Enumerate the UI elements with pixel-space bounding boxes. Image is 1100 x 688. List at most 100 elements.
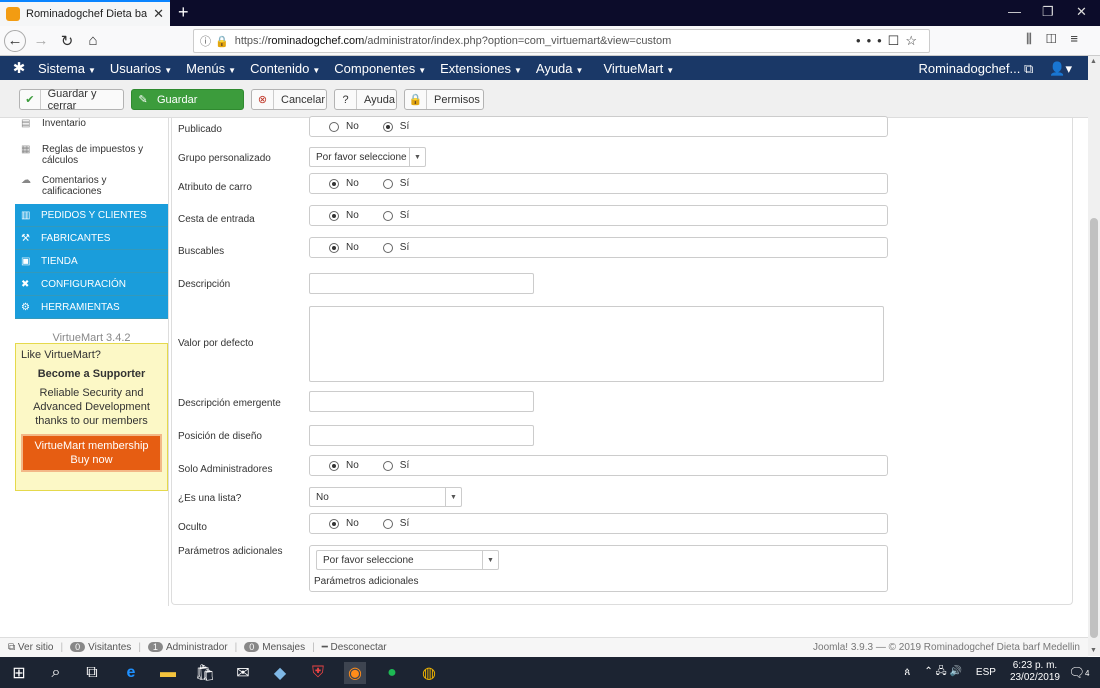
radio-cesta: No Sí	[309, 205, 888, 226]
menu-ayuda[interactable]: Ayuda ▼	[536, 61, 584, 76]
save-close-button[interactable]: ✔ Guardar y cerrar	[19, 88, 124, 112]
label-buscables: Buscables	[178, 246, 225, 257]
save-button[interactable]: ✎ Guardar	[131, 89, 244, 110]
people-icon[interactable]: ጰ	[904, 667, 910, 678]
tray-icons[interactable]: ⌃ 🖧 🔊	[924, 664, 962, 681]
footer-text: Joomla! 3.9.3 — © 2019 Rominadogchef Die…	[813, 642, 1080, 653]
sidebar-cat-fabricantes[interactable]: ⚒ FABRICANTES	[15, 227, 168, 250]
sidebar-cat-tienda[interactable]: ▣ TIENDA	[15, 250, 168, 273]
radio-publicado-no[interactable]: No	[329, 121, 359, 132]
menu-contenido[interactable]: Contenido ▼	[250, 61, 320, 76]
radio-on-icon	[329, 242, 339, 253]
radio-cesta-si[interactable]: Sí	[382, 210, 409, 221]
browser-tab[interactable]: Rominadogchef Dieta barf Med ✕	[0, 0, 170, 26]
desconectar-link[interactable]: ━ Desconectar	[322, 642, 387, 653]
membership-button[interactable]: VirtueMart membership Buy now	[21, 434, 162, 472]
radio-atributo-no[interactable]: No	[329, 178, 359, 189]
cancel-button[interactable]: ⊗ Cancelar	[251, 89, 327, 110]
radio-off-icon	[382, 242, 393, 253]
spotify-icon[interactable]: ●	[381, 662, 403, 684]
chrome-icon[interactable]: ◍	[418, 662, 440, 684]
help-button[interactable]: ? Ayuda	[334, 89, 397, 110]
menu-sistema[interactable]: Sistema ▼	[38, 61, 96, 76]
sidebar-cat-herramientas[interactable]: ⚙ HERRAMIENTAS	[15, 296, 168, 319]
menu-virtuemart[interactable]: VirtueMart ▼	[603, 61, 674, 76]
new-tab-icon[interactable]: +	[178, 2, 189, 23]
sidebar-item-reglas[interactable]: ▦ Reglas de impuestos y cálculos	[15, 138, 168, 169]
menu-usuarios[interactable]: Usuarios ▼	[110, 61, 172, 76]
store-icon[interactable]: 🛍	[194, 662, 216, 684]
app-icon[interactable]: ◆	[269, 662, 291, 684]
label-publicado: Publicado	[178, 124, 222, 135]
scroll-up-icon[interactable]: ▲	[1090, 58, 1097, 65]
emergente-input[interactable]	[309, 391, 534, 412]
forward-icon[interactable]: →	[30, 30, 52, 52]
menu-extensiones[interactable]: Extensiones ▼	[440, 61, 522, 76]
language-indicator[interactable]: ESP	[976, 667, 996, 678]
menu-componentes[interactable]: Componentes ▼	[334, 61, 426, 76]
parametros-select[interactable]: Por favor seleccione ▼	[316, 550, 499, 570]
posicion-input[interactable]	[309, 425, 534, 446]
notifications-icon[interactable]: 🗨 4	[1068, 662, 1090, 684]
user-menu-icon[interactable]: 👤▾	[1049, 61, 1072, 77]
restore-icon[interactable]: ❐	[1042, 4, 1054, 20]
sidebar: ▤ Inventario ▦ Reglas de impuestos y cál…	[15, 118, 168, 491]
home-icon[interactable]: ⌂	[82, 30, 104, 52]
permissions-button[interactable]: 🔒 Permisos	[404, 89, 484, 110]
task-view-icon[interactable]: ⧉	[81, 662, 103, 684]
radio-oculto-no[interactable]: No	[329, 518, 359, 529]
sidebar-cat-pedidos[interactable]: ▥ PEDIDOS Y CLIENTES	[15, 204, 168, 227]
windows-start-icon[interactable]: ⊞	[8, 662, 30, 684]
page-actions-icon[interactable]: •••☐☆	[856, 33, 923, 49]
library-icon[interactable]: ⫼◫≡	[1026, 31, 1092, 47]
mail-icon[interactable]: ✉	[232, 662, 254, 684]
close-window-icon[interactable]: ✕	[1076, 4, 1087, 20]
promo-become: Become a Supporter	[37, 368, 146, 380]
admin-link[interactable]: 1 Administrador	[147, 642, 228, 653]
shop-icon: ▣	[21, 255, 31, 267]
radio-cesta-no[interactable]: No	[329, 210, 359, 221]
sidebar-cat-configuracion[interactable]: ✖ CONFIGURACIÓN	[15, 273, 168, 296]
page-scrollbar[interactable]: ▲ ▼	[1088, 56, 1100, 656]
firefox-icon[interactable]: ◉	[344, 662, 366, 684]
joomla-logo-icon[interactable]: ✱	[0, 59, 38, 77]
radio-publicado-si[interactable]: Sí	[382, 121, 409, 132]
url-bar[interactable]: ⓘ 🔒 https://rominadogchef.com/administra…	[193, 29, 930, 53]
radio-solo-admin-no[interactable]: No	[329, 460, 359, 471]
close-tab-icon[interactable]: ✕	[153, 6, 164, 22]
radio-buscables-si[interactable]: Sí	[382, 242, 409, 253]
sidebar-item-comentarios[interactable]: ☁ Comentarios y calificaciones	[15, 169, 168, 204]
radio-on-icon	[329, 518, 339, 529]
tools-icon: ⚙	[21, 301, 30, 313]
visitantes-link[interactable]: 0 Visitantes	[70, 642, 131, 653]
info-icon[interactable]: ⓘ	[200, 33, 211, 49]
reload-icon[interactable]: ↻	[56, 30, 78, 52]
grupo-select[interactable]: Por favor seleccione ▼	[309, 147, 426, 167]
mensajes-link[interactable]: 0 Mensajes	[244, 642, 305, 653]
sidebar-item-inventario[interactable]: ▤ Inventario	[15, 118, 168, 138]
shield-app-icon[interactable]: ⛨	[307, 662, 329, 684]
radio-atributo-si[interactable]: Sí	[382, 178, 409, 189]
file-explorer-icon[interactable]: ▬	[157, 662, 179, 684]
descripcion-input[interactable]	[309, 273, 534, 294]
site-link[interactable]: Rominadogchef... ⧉	[918, 61, 1033, 77]
search-icon[interactable]: ⌕	[45, 662, 67, 684]
valor-textarea[interactable]	[309, 306, 884, 382]
ver-sitio-link[interactable]: ⧉ Ver sitio	[8, 642, 54, 653]
radio-on-icon	[329, 210, 339, 221]
edge-icon[interactable]: e	[120, 662, 142, 684]
radio-on-icon	[329, 460, 339, 471]
edit-icon: ✎	[138, 94, 148, 106]
external-link-icon: ⧉	[1023, 61, 1034, 76]
back-icon[interactable]: ←	[4, 29, 26, 52]
radio-solo-admin-si[interactable]: Sí	[382, 460, 409, 471]
minimize-icon[interactable]: —	[1008, 4, 1021, 19]
scroll-thumb[interactable]	[1090, 218, 1098, 638]
menu-menus[interactable]: Menús ▼	[186, 61, 236, 76]
radio-buscables-no[interactable]: No	[329, 242, 359, 253]
radio-oculto-si[interactable]: Sí	[382, 518, 409, 529]
es-lista-select[interactable]: No ▼	[309, 487, 462, 507]
scroll-down-icon[interactable]: ▼	[1090, 647, 1097, 654]
clock[interactable]: 6:23 p. m. 23/02/2019	[1010, 660, 1060, 684]
form-panel: Publicado No Sí Grupo personalizado Por …	[171, 116, 1073, 605]
